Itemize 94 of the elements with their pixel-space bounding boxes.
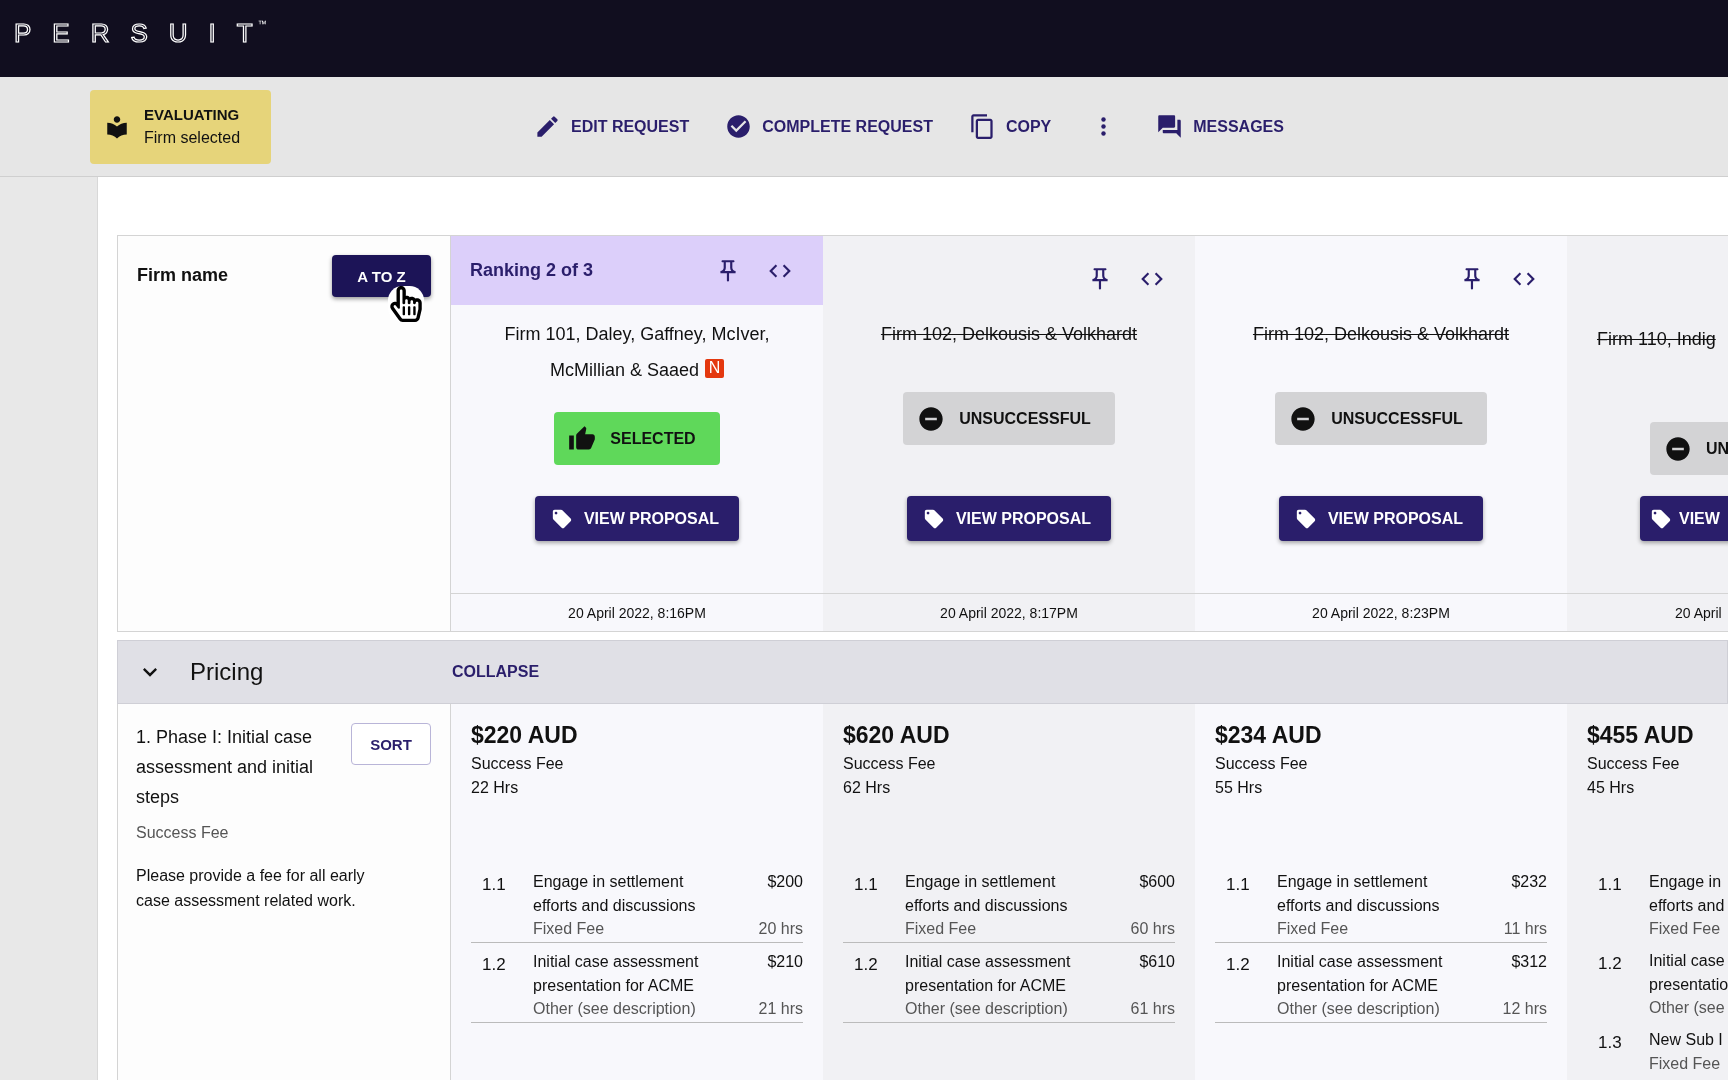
- outcome-button[interactable]: UN: [1650, 422, 1728, 475]
- hand-cursor-icon: [388, 286, 424, 322]
- chat-bubbles-icon: [1156, 113, 1184, 140]
- line-fee-type: Fixed Fee: [533, 919, 606, 939]
- outcome-button[interactable]: UNSUCCESSFUL: [1275, 392, 1487, 445]
- collapse-button[interactable]: COLLAPSE: [452, 663, 540, 681]
- tag-icon: [550, 507, 573, 530]
- line-title: Engage in settlement efforts and discussions: [533, 872, 697, 916]
- quote-total: $234 AUD: [1215, 722, 1323, 749]
- status-title: EVALUATING: [144, 106, 241, 123]
- new-badge: N: [705, 358, 725, 378]
- sort-button[interactable]: A TO Z: [332, 255, 431, 297]
- outcome-button[interactable]: UNSUCCESSFUL: [903, 392, 1115, 445]
- line-number: 1.2: [481, 954, 507, 976]
- line-fee-type: Other (see description): [1277, 999, 1441, 1019]
- view-proposal-button[interactable]: VIEW PROPOSAL: [1278, 496, 1484, 541]
- firm-name: Firm 102, Delkousis & Volkhardt: [880, 323, 1138, 346]
- line-fee-type: Fixed Fee: [1649, 919, 1722, 939]
- line-number: 1.1: [853, 874, 879, 896]
- line-price: $312: [1510, 952, 1547, 972]
- line-price: $610: [1138, 952, 1175, 972]
- toolbar-button[interactable]: COMPLETE REQUEST: [725, 113, 933, 140]
- logo: PERSUIT ™: [14, 20, 267, 46]
- line-hours: 61 hrs: [1130, 999, 1175, 1019]
- line-title: Engage in settlement efforts and discussions: [1277, 872, 1441, 916]
- submitted-date: 20 April 2022, 8:23PM: [1312, 604, 1450, 621]
- line-fee-type: Fixed Fee: [1277, 919, 1350, 939]
- pricing-item-title: 1. Phase I: Initial case assessment and initial steps: [136, 726, 315, 809]
- line-number: 1.2: [1225, 954, 1251, 976]
- line-number: 1.1: [1225, 874, 1251, 896]
- quote-total: $455 AUD: [1587, 722, 1695, 749]
- submitted-date: 20 April 2022, 8:16PM: [568, 604, 706, 621]
- firm-name: Firm 110, Indig: [1597, 328, 1716, 351]
- tag-icon: [1294, 507, 1317, 530]
- total-hours: 55 Hrs: [1215, 779, 1264, 797]
- line-title: Engage in settlement efforts and discussions: [905, 872, 1069, 916]
- view-proposal-button[interactable]: VIEW: [1640, 496, 1728, 541]
- line-hours: 21 hrs: [758, 999, 803, 1019]
- firm-name-label: Firm name: [137, 265, 229, 286]
- line-hours: 60 hrs: [1130, 919, 1175, 939]
- line-number: 1.3: [1597, 1032, 1623, 1053]
- line-number: 1.1: [481, 874, 507, 896]
- line-title: Initial case assessment presentation for ACME: [533, 952, 700, 996]
- line-fee-type: Other (see: [1649, 998, 1726, 1018]
- toolbar-button[interactable]: EDIT REQUEST: [534, 113, 690, 140]
- line-fee-type: Other (see description): [533, 999, 697, 1019]
- line-title: New Sub I: [1649, 1030, 1724, 1050]
- line-title: Initial case presentatio: [1649, 951, 1728, 995]
- fee-type: Success Fee: [471, 755, 565, 773]
- line-title: Initial case assessment presentation for ACME: [1277, 952, 1444, 996]
- line-price: $232: [1510, 872, 1547, 892]
- pricing-item-description: Please provide a fee for all early case assessment related work.: [136, 866, 366, 911]
- ranking-label: Ranking 2 of 3: [470, 260, 594, 281]
- total-hours: 45 Hrs: [1587, 779, 1636, 797]
- tag-icon: [922, 507, 945, 530]
- submitted-date: 20 April 2022, 8:17PM: [940, 604, 1078, 621]
- line-number: 1.2: [853, 954, 879, 976]
- total-hours: 22 Hrs: [471, 779, 520, 797]
- outcome-button[interactable]: SELECTED: [554, 412, 720, 465]
- line-fee-type: Fixed Fee: [1649, 1054, 1722, 1074]
- toolbar-button[interactable]: MESSAGES: [1156, 113, 1284, 140]
- more-button[interactable]: [1101, 117, 1107, 136]
- line-price: $600: [1138, 872, 1175, 892]
- reader-icon: [104, 113, 130, 140]
- view-proposal-button[interactable]: VIEW PROPOSAL: [534, 496, 740, 541]
- line-hours: 11 hrs: [1503, 919, 1547, 939]
- submitted-date: 20 April: [1675, 604, 1722, 621]
- tag-icon: [1650, 507, 1672, 530]
- quote-total: $220 AUD: [471, 722, 579, 749]
- line-price: $200: [766, 872, 803, 892]
- sort-button[interactable]: SORT: [351, 723, 431, 765]
- section-title: Pricing: [190, 658, 265, 686]
- total-hours: 62 Hrs: [843, 779, 892, 797]
- line-hours: 20 hrs: [758, 919, 803, 939]
- fee-type: Success Fee: [843, 755, 937, 773]
- firm-name: Firm 102, Delkousis & Volkhardt: [1252, 323, 1510, 346]
- line-hours: 12 hrs: [1502, 999, 1547, 1019]
- copy-icon: [968, 113, 996, 140]
- line-fee-type: Other (see description): [905, 999, 1069, 1019]
- fee-type: Success Fee: [1587, 755, 1681, 773]
- quote-total: $620 AUD: [843, 722, 951, 749]
- line-fee-type: Fixed Fee: [905, 919, 978, 939]
- line-number: 1.2: [1597, 953, 1623, 975]
- firm-name: Firm 101, Daley, Gaffney, McIver, McMillian & Saaed N: [503, 323, 771, 382]
- line-title: Engage in efforts and: [1649, 872, 1726, 916]
- toolbar-button[interactable]: COPY: [968, 113, 1052, 140]
- status-subtitle: Firm selected: [144, 129, 241, 147]
- line-number: 1.1: [1597, 874, 1623, 896]
- line-price: $210: [766, 952, 803, 972]
- line-title: Initial case assessment presentation for ACME: [905, 952, 1072, 996]
- fee-type: Success Fee: [1215, 755, 1309, 773]
- view-proposal-button[interactable]: VIEW PROPOSAL: [906, 496, 1112, 541]
- fee-type: Success Fee: [136, 824, 230, 842]
- thumbs-up-icon: [568, 424, 597, 453]
